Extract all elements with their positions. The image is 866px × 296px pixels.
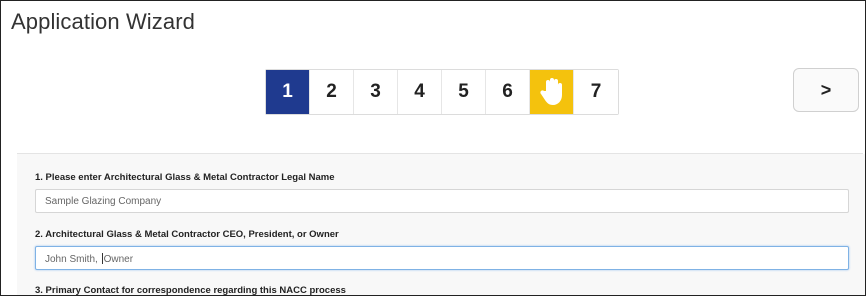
wizard-step-navigation: 1 2 3 4 5 6 7 (265, 69, 619, 115)
step-hand-stop-button[interactable] (530, 70, 574, 114)
step-2-button[interactable]: 2 (310, 70, 354, 114)
step-7-button[interactable]: 7 (574, 70, 618, 114)
step-5-button[interactable]: 5 (442, 70, 486, 114)
text-caret (101, 253, 103, 264)
question-1-label: 1. Please enter Architectural Glass & Me… (35, 172, 335, 183)
step-1-button[interactable]: 1 (266, 70, 310, 114)
hand-stop-icon (539, 78, 562, 105)
ceo-owner-input[interactable]: John Smith, Owner (35, 246, 849, 270)
step-3-button[interactable]: 3 (354, 70, 398, 114)
page-title: Application Wizard (11, 9, 195, 34)
question-3-label: 3. Primary Contact for correspondence re… (35, 285, 346, 296)
step-6-button[interactable]: 6 (486, 70, 530, 114)
next-step-button[interactable]: > (793, 68, 859, 112)
application-wizard-window: Application Wizard 1 2 3 4 5 6 7 > 1. Pl… (0, 0, 866, 296)
ceo-owner-value-before-caret: John Smith, (45, 254, 101, 265)
step-4-button[interactable]: 4 (398, 70, 442, 114)
ceo-owner-value-after-caret: Owner (103, 254, 134, 265)
question-2-label: 2. Architectural Glass & Metal Contracto… (35, 229, 339, 240)
legal-name-input[interactable]: Sample Glazing Company (35, 189, 849, 213)
legal-name-value: Sample Glazing Company (45, 196, 162, 207)
chevron-right-icon: > (820, 79, 832, 100)
